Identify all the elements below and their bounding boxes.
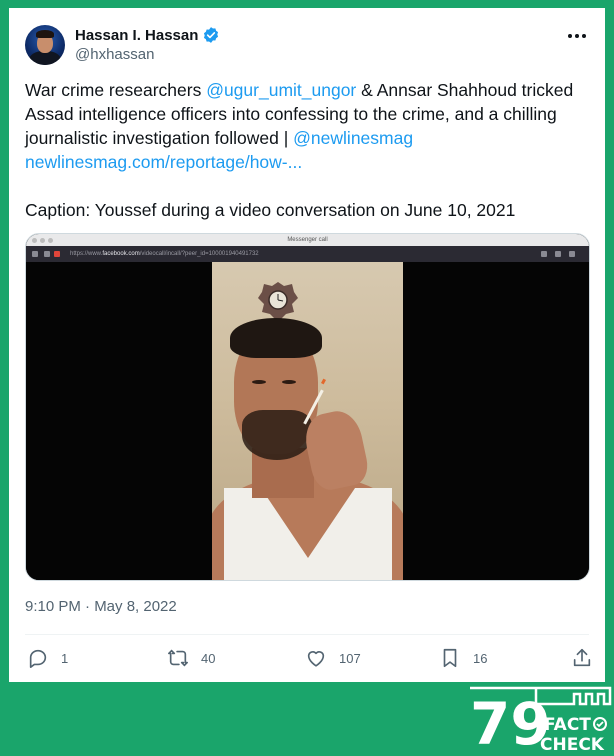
video-call-area (26, 262, 589, 580)
camera-indicator-icon (54, 251, 60, 257)
tweet-actions: 1 40 107 16 (25, 646, 591, 670)
bookmark-star-icon (541, 251, 547, 257)
retweet-button[interactable]: 40 (167, 646, 215, 670)
author-name[interactable]: Hassan I. Hassan (75, 27, 198, 44)
tweet-caption: Caption: Youssef during a video conversa… (25, 200, 516, 220)
svg-text:CHECK: CHECK (540, 735, 605, 755)
share-button[interactable] (571, 646, 593, 670)
lock-icon (44, 251, 50, 257)
author-row: Hassan I. Hassan (75, 25, 220, 45)
bookmark-icon (443, 648, 457, 668)
mention-newlinesmag-link[interactable]: @newlinesmag (293, 128, 413, 148)
window-controls (32, 238, 53, 243)
video-frame-person (212, 262, 403, 580)
tweet-text: War crime researchers @ugur_umit_ungor &… (25, 78, 585, 222)
tweet-card: Hassan I. Hassan @hxhassan War crime res… (9, 8, 605, 682)
reply-button[interactable]: 1 (27, 646, 68, 670)
tweet-timestamp[interactable]: 9:10 PM · May 8, 2022 (25, 598, 177, 615)
avatar[interactable] (25, 25, 65, 65)
shield-icon (32, 251, 38, 257)
share-icon (573, 648, 591, 667)
verified-badge-icon (204, 27, 219, 43)
article-link[interactable]: newlinesmag.com/reportage/how-... (25, 152, 302, 172)
more-icon[interactable] (565, 28, 589, 44)
author-handle[interactable]: @hxhassan (75, 46, 154, 63)
bookmark-button[interactable]: 16 (439, 646, 487, 670)
svg-text:79: 79 (470, 690, 551, 756)
bookmark-count: 16 (473, 650, 488, 666)
like-icon (307, 651, 325, 667)
menu-icon (569, 251, 575, 257)
reply-icon (29, 649, 47, 668)
retweet-icon (168, 649, 188, 667)
79-fact-check-logo: 79 FACT CHECK (470, 686, 612, 756)
retweet-count: 40 (201, 650, 216, 666)
mention-ugur-link[interactable]: @ugur_umit_ungor (206, 80, 356, 100)
window-title-bar: Messenger call (26, 234, 589, 246)
like-count: 107 (339, 650, 361, 666)
svg-text:FACT: FACT (544, 715, 591, 735)
browser-url: https://www.facebook.com/videocall/incal… (70, 251, 259, 257)
reply-count: 1 (61, 650, 69, 666)
like-button[interactable]: 107 (305, 646, 361, 670)
divider (25, 634, 589, 635)
window-title: Messenger call (287, 237, 328, 243)
pocket-icon (555, 251, 561, 257)
tweet-text-intro: War crime researchers (25, 80, 207, 100)
tweet-media-image[interactable]: Messenger call https://www.facebook.com/… (25, 233, 590, 581)
browser-url-bar: https://www.facebook.com/videocall/incal… (26, 246, 589, 262)
